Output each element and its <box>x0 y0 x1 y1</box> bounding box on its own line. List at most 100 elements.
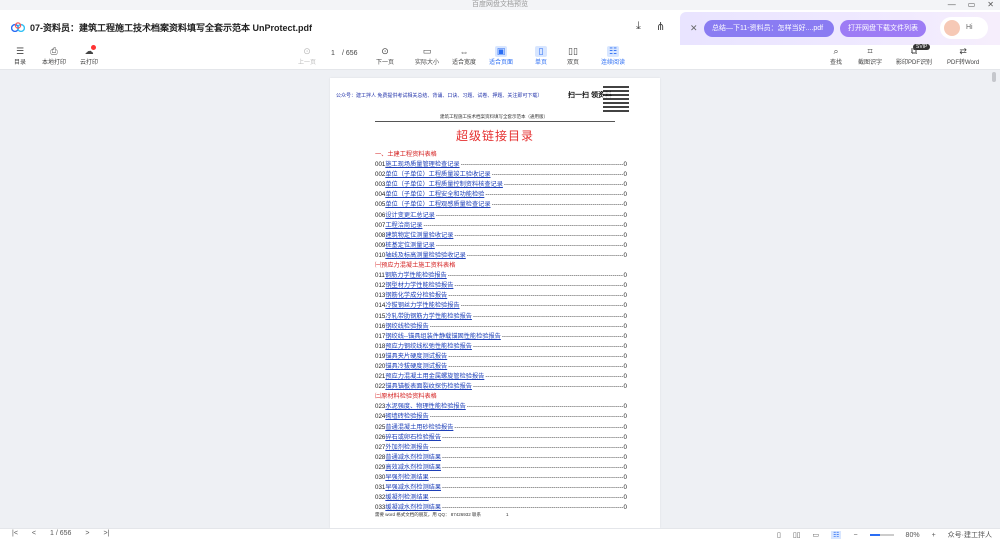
toc-entry-link[interactable]: 普通减水剂检测结果 <box>385 453 441 463</box>
toc-entry-link[interactable]: 建筑物定位测量验收记录 <box>385 231 453 241</box>
toc-entry-link[interactable]: 早强剂检测结果 <box>385 473 428 483</box>
zoom-in-icon[interactable]: + <box>932 532 936 539</box>
toc-entry[interactable]: 024 砌墙砖检验报告 ------------------------------… <box>375 412 627 422</box>
toc-entry-link[interactable]: 钢筋力学性能检验报告 <box>385 271 447 281</box>
toc-entry-link[interactable]: 单位（子单位）工程质量竣工验收记录 <box>385 170 490 180</box>
assistant-avatar[interactable]: Hi <box>940 17 988 39</box>
fit-view-icon[interactable]: ▭ <box>813 531 820 539</box>
next-page-button[interactable]: ⊙ 下一页 <box>376 46 394 66</box>
fit-page-button[interactable]: ▣ 适合页面 <box>489 46 513 66</box>
double-page-button[interactable]: ▯▯ 双页 <box>567 46 579 66</box>
toc-entry[interactable]: 023 水泥强度、物理性能检验报告 ------------------------… <box>375 402 627 412</box>
two-page-view-icon[interactable]: ▯▯ <box>793 531 801 539</box>
single-page-button[interactable]: ▯ 单页 <box>535 46 547 66</box>
toc-entry-link[interactable]: 钢绞线检验报告 <box>385 322 428 332</box>
toc-entry-link[interactable]: 外加剂检测报告 <box>385 443 428 453</box>
prev-page-small-button[interactable]: < <box>32 530 36 537</box>
vertical-scrollbar[interactable] <box>992 72 996 82</box>
toc-entry[interactable]: 009 桩基定位测量记录 -----------------------------… <box>375 241 627 251</box>
toc-entry-link[interactable]: 单位（子单位）工程质量控制资料核查记录 <box>385 180 503 190</box>
toc-entry-link[interactable]: 桩基定位测量记录 <box>385 241 435 251</box>
toc-entry-link[interactable]: 锚具夹片硬度测试报告 <box>385 352 447 362</box>
current-page-input[interactable]: 1 <box>326 50 340 57</box>
toc-entry[interactable]: 030 早强剂检测结果 ------------------------------… <box>375 473 627 483</box>
download-icon[interactable]: ⤓ <box>636 20 641 33</box>
prev-page-button[interactable]: ⊙ 上一页 <box>298 46 316 66</box>
toc-entry-link[interactable]: 砌墙砖检验报告 <box>385 412 428 422</box>
toc-entry-link[interactable]: 单位（子单位）工程安全和功能检验 <box>385 190 484 200</box>
toc-entry-link[interactable]: 预应力钢绞线松弛性能检验报告 <box>385 342 472 352</box>
toc-entry[interactable]: 005 单位（子单位）工程观感质量检查记录 --------------------… <box>375 200 627 210</box>
toc-entry[interactable]: 007 工程洽商记录 -------------------------------… <box>375 221 627 231</box>
next-page-small-button[interactable]: > <box>85 530 89 537</box>
toc-entry-link[interactable]: 施工现场质量管理检查记录 <box>385 160 459 170</box>
summary-pill[interactable]: 总结—下11-资料员：怎样当好....pdf <box>704 20 834 37</box>
maximize-icon[interactable]: ▭ <box>968 0 976 10</box>
toc-entry[interactable]: 014 冷拔钢丝力学性能检验报告 -------------------------… <box>375 301 627 311</box>
continuous-read-button[interactable]: ☷ 连续阅读 <box>601 46 625 66</box>
toc-entry[interactable]: 025 普通混凝土用砂检验报告 --------------------------… <box>375 423 627 433</box>
one-page-view-icon[interactable]: ▯ <box>777 531 781 539</box>
toc-button[interactable]: ☰ 目录 <box>14 46 26 66</box>
toc-entry-link[interactable]: 工程洽商记录 <box>385 221 422 231</box>
toc-entry-link[interactable]: 锚具冷拔硬度测试报告 <box>385 362 447 372</box>
toc-entry[interactable]: 021 预应力混凝土用金属螺旋管检验报告 ---------------------… <box>375 372 627 382</box>
zoom-out-icon[interactable]: − <box>853 532 857 539</box>
toc-entry[interactable]: 002 单位（子单位）工程质量竣工验收记录 --------------------… <box>375 170 627 180</box>
toc-entry[interactable]: 012 钢型材力学性能检验报告 --------------------------… <box>375 281 627 291</box>
toc-entry[interactable]: 019 锚具夹片硬度测试报告 ---------------------------… <box>375 352 627 362</box>
close-panel-icon[interactable]: ✕ <box>690 23 698 34</box>
toc-entry[interactable]: 022 锚具锚板表面裂纹探伤检验报告 -----------------------… <box>375 382 627 392</box>
toc-entry[interactable]: 010 轴线及标高测量检验验收记录 ------------------------… <box>375 251 627 261</box>
zoom-slider[interactable] <box>869 534 894 536</box>
toc-entry-link[interactable]: 水泥强度、物理性能检验报告 <box>385 402 465 412</box>
toc-entry[interactable]: 001 施工现场质量管理检查记录 -------------------------… <box>375 160 627 170</box>
toc-entry-link[interactable]: 早强减水剂检测结果 <box>385 483 441 493</box>
toc-entry[interactable]: 032 缓凝剂检测结果 ------------------------------… <box>375 493 627 503</box>
share-icon[interactable]: ⋔ <box>656 20 665 33</box>
toc-entry-link[interactable]: 普通混凝土用砂检验报告 <box>385 423 453 433</box>
toc-entry[interactable]: 029 高效减水剂检测结果 ----------------------------… <box>375 463 627 473</box>
actual-size-button[interactable]: ▭ 实际大小 <box>415 46 439 66</box>
toc-entry[interactable]: 027 外加剂检测报告 ------------------------------… <box>375 443 627 453</box>
last-page-button[interactable]: >| <box>104 530 110 537</box>
pdf-to-word-button[interactable]: ⇄ PDF转Word <box>947 46 979 66</box>
first-page-button[interactable]: |< <box>12 530 18 537</box>
toc-entry-link[interactable]: 预应力混凝土用金属螺旋管检验报告 <box>385 372 484 382</box>
open-download-list-pill[interactable]: 打开网盘下载文件列表 <box>840 20 926 37</box>
toc-entry[interactable]: 011 钢筋力学性能检验报告 ---------------------------… <box>375 271 627 281</box>
minimize-icon[interactable]: — <box>948 0 956 10</box>
find-button[interactable]: ⌕ 查找 <box>830 46 842 66</box>
scan-pdf-ocr-button[interactable]: ⧉ 影印PDF识别 <box>896 46 932 66</box>
toc-entry-link[interactable]: 轴线及标高测量检验验收记录 <box>385 251 465 261</box>
local-print-button[interactable]: ⎙ 本地打印 <box>42 46 66 66</box>
toc-entry[interactable]: 013 钢筋化学成分检验报告 ---------------------------… <box>375 291 627 301</box>
fit-width-button[interactable]: ⇔ 适合宽度 <box>452 46 476 67</box>
toc-entry[interactable]: 017 钢绞线--锚具组装件静载锚固性能检验报告 -----------------… <box>375 332 627 342</box>
toc-entry-link[interactable]: 碎石或卵石检验报告 <box>385 433 441 443</box>
toc-entry[interactable]: 028 普通减水剂检测结果 ----------------------------… <box>375 453 627 463</box>
toc-entry-link[interactable]: 设计变更汇总记录 <box>385 211 435 221</box>
toc-entry[interactable]: 031 早强减水剂检测结果 ----------------------------… <box>375 483 627 493</box>
toc-entry-link[interactable]: 钢型材力学性能检验报告 <box>385 281 453 291</box>
toc-entry-link[interactable]: 冷轧带肋钢筋力学性能检验报告 <box>385 312 472 322</box>
toc-entry[interactable]: 015 冷轧带肋钢筋力学性能检验报告 -----------------------… <box>375 312 627 322</box>
toc-entry[interactable]: 026 碎石或卵石检验报告 ----------------------------… <box>375 433 627 443</box>
toc-entry[interactable]: 016 钢绞线检验报告 ------------------------------… <box>375 322 627 332</box>
continuous-view-icon[interactable]: ☷ <box>831 531 842 539</box>
toc-entry-link[interactable]: 高效减水剂检测结果 <box>385 463 441 473</box>
toc-entry[interactable]: 020 锚具冷拔硬度测试报告 ---------------------------… <box>375 362 627 372</box>
toc-entry[interactable]: 004 单位（子单位）工程安全和功能检验 ---------------------… <box>375 190 627 200</box>
toc-entry-link[interactable]: 冷拔钢丝力学性能检验报告 <box>385 301 459 311</box>
toc-entry-link[interactable]: 锚具锚板表面裂纹探伤检验报告 <box>385 382 472 392</box>
cloud-print-button[interactable]: ☁ 云打印 <box>80 45 98 66</box>
toc-entry-link[interactable]: 单位（子单位）工程观感质量检查记录 <box>385 200 490 210</box>
toc-entry[interactable]: 008 建筑物定位测量验收记录 --------------------------… <box>375 231 627 241</box>
toc-entry-link[interactable]: 钢绞线--锚具组装件静载锚固性能检验报告 <box>385 332 501 342</box>
toc-entry-link[interactable]: 钢筋化学成分检验报告 <box>385 291 447 301</box>
screenshot-ocr-button[interactable]: ⌗ 截图识字 <box>858 46 882 66</box>
toc-entry[interactable]: 003 单位（子单位）工程质量控制资料核查记录 ------------------… <box>375 180 627 190</box>
toc-entry[interactable]: 018 预应力钢绞线松弛性能检验报告 -----------------------… <box>375 342 627 352</box>
close-window-icon[interactable]: ✕ <box>987 0 994 10</box>
toc-entry[interactable]: 006 设计变更汇总记录 -----------------------------… <box>375 211 627 221</box>
